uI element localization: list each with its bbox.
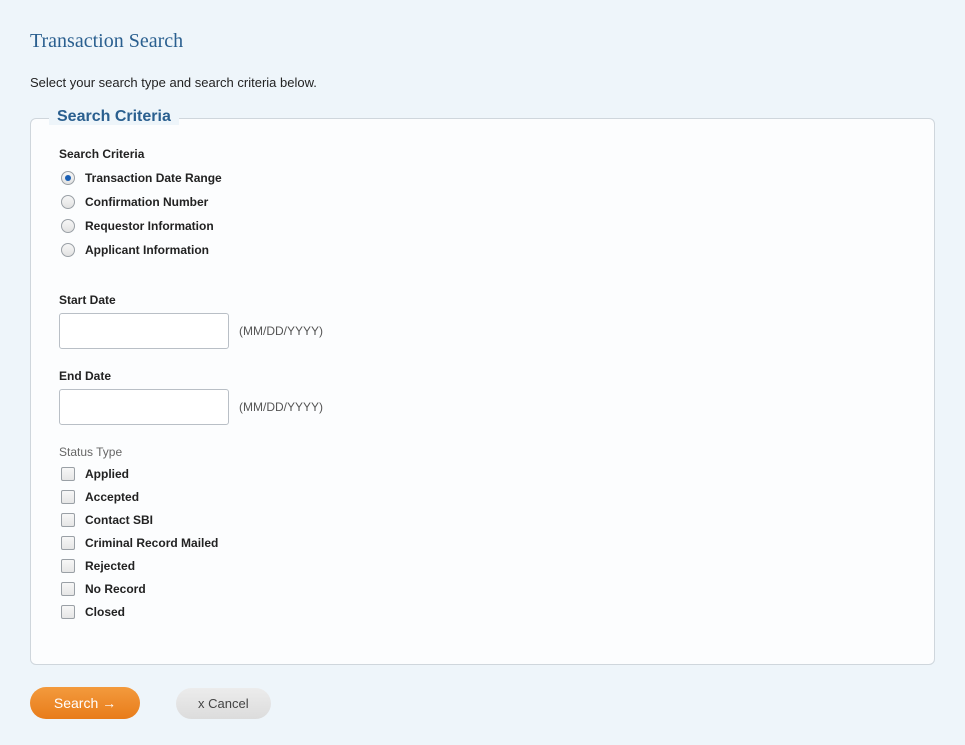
start-date-label: Start Date [59,293,906,307]
radio-row-confirmation-number: Confirmation Number [59,195,906,209]
radio-label: Applicant Information [85,243,209,257]
cancel-button[interactable]: x Cancel [176,688,271,719]
end-date-group: End Date (MM/DD/YYYY) [59,369,906,425]
checkbox-row-accepted: Accepted [59,490,906,504]
end-date-label: End Date [59,369,906,383]
checkbox-criminal-record-mailed[interactable] [61,536,75,550]
checkbox-row-contact-sbi: Contact SBI [59,513,906,527]
checkbox-row-applied: Applied [59,467,906,481]
radio-applicant-information[interactable] [61,243,75,257]
radio-label: Requestor Information [85,219,214,233]
checkbox-no-record[interactable] [61,582,75,596]
radio-row-applicant-information: Applicant Information [59,243,906,257]
checkbox-label: Contact SBI [85,513,153,527]
start-date-hint: (MM/DD/YYYY) [239,324,323,338]
checkbox-label: Applied [85,467,129,481]
search-criteria-fieldset: Search Criteria Search Criteria Transact… [30,118,935,665]
search-button[interactable]: Search → [30,687,140,719]
search-type-radio-group: Transaction Date Range Confirmation Numb… [59,171,906,257]
search-type-label: Search Criteria [59,147,906,161]
checkbox-accepted[interactable] [61,490,75,504]
page-title: Transaction Search [30,30,935,53]
start-date-input[interactable] [59,313,229,349]
checkbox-label: No Record [85,582,146,596]
checkbox-rejected[interactable] [61,559,75,573]
checkbox-label: Closed [85,605,125,619]
checkbox-row-closed: Closed [59,605,906,619]
page-subtitle: Select your search type and search crite… [30,75,935,90]
radio-confirmation-number[interactable] [61,195,75,209]
start-date-group: Start Date (MM/DD/YYYY) [59,293,906,349]
end-date-hint: (MM/DD/YYYY) [239,400,323,414]
start-date-row: (MM/DD/YYYY) [59,313,906,349]
checkbox-row-criminal-record-mailed: Criminal Record Mailed [59,536,906,550]
checkbox-contact-sbi[interactable] [61,513,75,527]
radio-label: Transaction Date Range [85,171,222,185]
checkbox-label: Rejected [85,559,135,573]
end-date-row: (MM/DD/YYYY) [59,389,906,425]
status-section: Status Type Applied Accepted Contact SBI… [59,445,906,619]
radio-label: Confirmation Number [85,195,208,209]
checkbox-closed[interactable] [61,605,75,619]
checkbox-label: Criminal Record Mailed [85,536,218,550]
end-date-input[interactable] [59,389,229,425]
checkbox-row-no-record: No Record [59,582,906,596]
radio-transaction-date-range[interactable] [61,171,75,185]
status-type-label: Status Type [59,445,906,459]
checkbox-row-rejected: Rejected [59,559,906,573]
radio-requestor-information[interactable] [61,219,75,233]
radio-row-requestor-information: Requestor Information [59,219,906,233]
checkbox-applied[interactable] [61,467,75,481]
fieldset-legend: Search Criteria [49,109,179,125]
radio-row-transaction-date-range: Transaction Date Range [59,171,906,185]
button-row: Search → x Cancel [30,685,935,719]
checkbox-label: Accepted [85,490,139,504]
